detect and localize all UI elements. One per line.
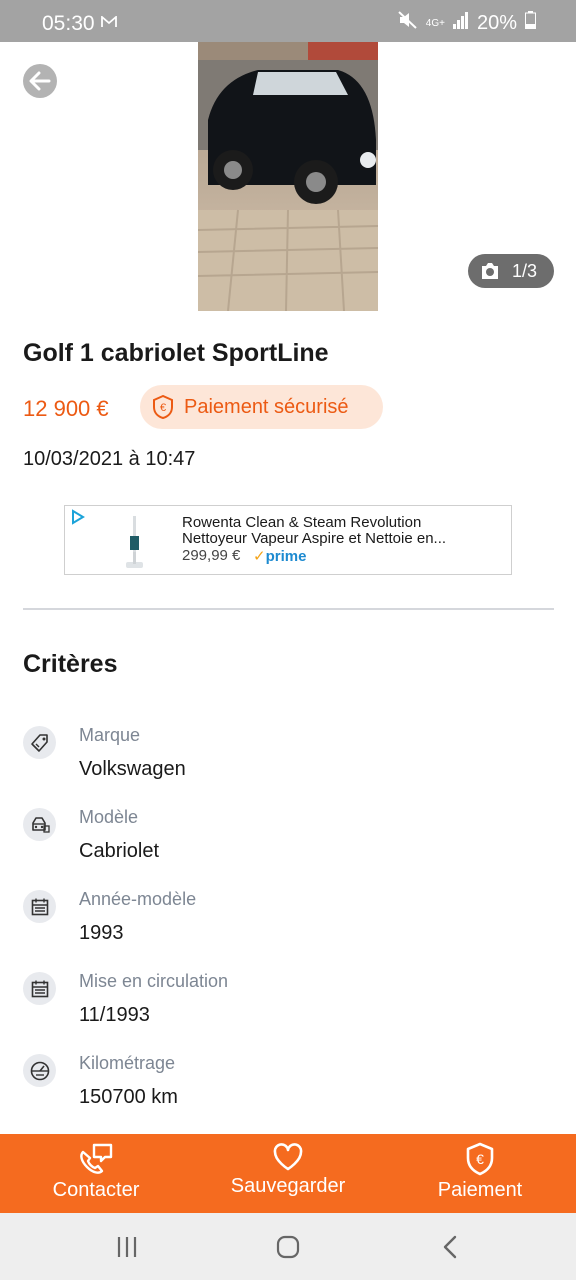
criteria-item-mise-en-circulation: Mise en circulation 11/1993 xyxy=(0,971,576,1052)
status-icons: 4G+ 20% xyxy=(398,11,536,35)
arrow-left-icon xyxy=(29,71,51,91)
criteria-item-modele: Modèle Cabriolet xyxy=(0,807,576,888)
signal-icon xyxy=(452,11,469,35)
ad-product-image xyxy=(123,514,145,570)
save-button[interactable]: Sauvegarder xyxy=(192,1134,384,1213)
tag-icon xyxy=(23,726,56,759)
criteria-value: 1993 xyxy=(79,922,124,944)
criteria-label: Kilométrage xyxy=(79,1053,176,1073)
nav-back-button[interactable] xyxy=(430,1231,470,1263)
calendar-icon xyxy=(23,972,56,1005)
status-time: 05:30 xyxy=(42,12,95,35)
secure-payment-badge[interactable]: € Paiement sécurisé xyxy=(140,385,383,429)
criteria-item-annee-modele: Année-modèle 1993 xyxy=(0,889,576,970)
criteria-item-kilometrage: Kilométrage 150700 km xyxy=(0,1053,576,1134)
camera-icon xyxy=(482,263,498,279)
network-type: 4G+ xyxy=(425,17,445,29)
listing-photo[interactable] xyxy=(198,0,378,311)
home-button[interactable] xyxy=(268,1231,308,1263)
criteria-label: Modèle xyxy=(79,807,139,827)
home-icon xyxy=(276,1235,300,1259)
criteria-label: Mise en circulation xyxy=(79,971,229,991)
battery-icon xyxy=(525,11,536,35)
criteria-value: 150700 km xyxy=(79,1086,178,1108)
svg-text:€: € xyxy=(160,402,166,414)
criteria-value: Cabriolet xyxy=(79,840,160,862)
criteria-title: Critères xyxy=(23,650,118,678)
back-button[interactable] xyxy=(23,64,57,98)
listing-date: 10/03/2021 à 10:47 xyxy=(23,448,196,470)
photo-counter[interactable]: 1/3 xyxy=(468,254,554,288)
divider xyxy=(23,608,554,610)
listing-price: 12 900 € xyxy=(23,396,109,421)
ad-banner[interactable]: Rowenta Clean & Steam Revolution Nettoye… xyxy=(64,505,512,575)
save-label: Sauvegarder xyxy=(230,1175,346,1197)
criteria-item-marque: Marque Volkswagen xyxy=(0,725,576,806)
contact-button[interactable]: Contacter xyxy=(0,1134,192,1213)
battery-percent: 20% xyxy=(476,11,517,34)
car-icon xyxy=(23,808,56,841)
criteria-value: Volkswagen xyxy=(79,758,186,780)
secure-payment-label: Paiement sécurisé xyxy=(184,395,349,418)
ad-title-line2: Nettoyeur Vapeur Aspire et Nettoie en... xyxy=(182,530,447,547)
calendar-icon xyxy=(23,890,56,923)
action-bar: Contacter Sauvegarder € Paiement xyxy=(0,1134,576,1213)
ad-prime-badge: ✓prime xyxy=(253,548,307,565)
shield-euro-icon: € xyxy=(153,395,173,419)
mute-icon xyxy=(398,11,418,35)
criteria-label: Année-modèle xyxy=(79,889,197,909)
chevron-left-icon xyxy=(443,1235,457,1259)
listing-title: Golf 1 cabriolet SportLine xyxy=(23,339,329,367)
recent-apps-button[interactable] xyxy=(107,1231,147,1263)
speedometer-icon xyxy=(23,1054,56,1087)
system-nav-bar xyxy=(0,1213,576,1280)
criteria-label: Marque xyxy=(79,725,141,745)
svg-text:€: € xyxy=(476,1151,484,1167)
payment-button[interactable]: € Paiement xyxy=(384,1134,576,1213)
ad-price: 299,99 € xyxy=(182,547,241,564)
adchoices-icon[interactable] xyxy=(71,509,85,530)
photo-counter-text: 1/3 xyxy=(512,260,538,281)
recent-apps-icon xyxy=(117,1237,137,1257)
status-bar: 05:30 4G+ 20% xyxy=(0,0,576,42)
payment-label: Paiement xyxy=(437,1179,523,1201)
criteria-value: 11/1993 xyxy=(79,1004,150,1026)
phone-chat-icon xyxy=(80,1143,113,1174)
shield-euro-icon: € xyxy=(466,1142,494,1176)
contact-label: Contacter xyxy=(52,1179,140,1201)
gmail-icon xyxy=(101,15,117,33)
ad-title-line1: Rowenta Clean & Steam Revolution xyxy=(182,514,422,531)
heart-icon xyxy=(273,1143,303,1171)
photo-gallery[interactable]: 1/3 xyxy=(0,0,576,311)
